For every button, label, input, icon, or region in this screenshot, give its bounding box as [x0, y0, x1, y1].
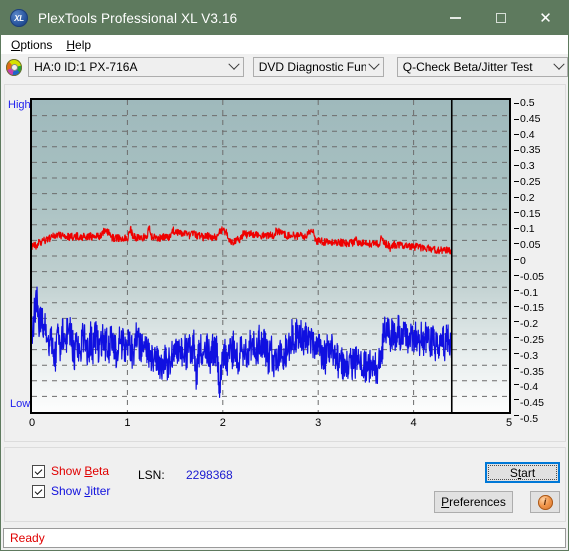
maximize-icon	[495, 13, 506, 23]
selector-toolbar: HA:0 ID:1 PX-716A DVD Diagnostic Functio…	[1, 54, 569, 80]
y-axis-tick-mark	[514, 337, 519, 338]
chevron-down-icon	[366, 58, 383, 76]
preferences-button-label: Preferences	[441, 495, 506, 509]
y-axis-tick-mark	[514, 305, 519, 307]
y-axis-tick-mark	[514, 290, 519, 292]
maximize-button[interactable]	[478, 1, 523, 35]
x-axis-tick: 3	[315, 417, 322, 429]
y-axis-tick: -0.2	[520, 318, 539, 331]
minimize-button[interactable]	[433, 1, 478, 35]
x-axis-tick: 4	[410, 417, 417, 429]
menu-item-options[interactable]: Options	[7, 37, 62, 53]
y-axis-tick-mark	[514, 259, 519, 260]
y-axis-tick: 0.2	[520, 191, 535, 204]
xl-logo-icon: XL	[10, 9, 28, 27]
drive-select-value: HA:0 ID:1 PX-716A	[34, 60, 138, 74]
y-axis-tick-mark	[514, 196, 519, 198]
window-title: PlexTools Professional XL V3.16	[38, 10, 238, 26]
y-axis-tick-mark	[514, 383, 519, 385]
x-axis-tick: 5	[505, 417, 513, 429]
chevron-down-icon	[226, 58, 243, 76]
show-beta-checkbox[interactable]: Show Beta	[32, 464, 109, 478]
y-axis-tick-mark	[514, 321, 519, 323]
controls-panel: Show Beta Show Jitter LSN: 2298368 St art…	[4, 447, 566, 522]
drive-select[interactable]: HA:0 ID:1 PX-716A	[28, 57, 244, 77]
y-axis-tick-mark	[514, 103, 519, 104]
y-axis-tick-mark	[514, 399, 519, 401]
y-axis-tick: -0.25	[520, 334, 544, 346]
y-axis-tick: 0.1	[520, 223, 535, 236]
y-axis-tick: -0.1	[520, 286, 539, 299]
close-button[interactable]: ✕	[523, 1, 568, 35]
y-axis-tick: 0.25	[520, 176, 541, 188]
x-axis-tick: 2	[219, 417, 226, 429]
menu-item-help[interactable]: Help	[62, 37, 101, 53]
disc-icon	[6, 58, 23, 76]
start-button-label: St art	[488, 465, 557, 480]
y-axis-tick: -0.35	[520, 365, 544, 378]
y-axis-tick: -0.15	[520, 302, 544, 315]
y-axis-tick-mark	[514, 243, 519, 245]
preferences-button[interactable]: Preferences	[434, 491, 513, 513]
y-axis-tick: 0.4	[520, 128, 535, 141]
graph-panel: High Low 0.5 0.45 0.4 0.35 0.3 0.25 0.2 0.15 0.1…	[4, 84, 566, 442]
axis-label-low: Low	[10, 398, 31, 410]
x-axis-tick: 1	[124, 417, 131, 429]
x-axis-labels: 0 1 2 3 4 5	[28, 417, 515, 433]
y-axis-tick: 0.05	[520, 239, 541, 252]
lsn-value: 2298368	[186, 468, 233, 482]
y-axis-tick: 0.3	[520, 160, 535, 173]
test-select-value: Q-Check Beta/Jitter Test	[402, 60, 533, 74]
y-axis-tick: 0.45	[520, 112, 541, 125]
show-jitter-label: Show Jitter	[51, 484, 111, 498]
minimize-icon	[450, 17, 461, 19]
y-axis-tick: -0.3	[520, 349, 539, 362]
status-text: Ready	[10, 531, 45, 545]
y-axis-tick-mark	[514, 118, 519, 120]
y-axis-tick-mark	[514, 181, 519, 182]
y-axis-tick: -0.5	[520, 413, 539, 425]
test-select[interactable]: Q-Check Beta/Jitter Test	[396, 57, 569, 77]
status-bar: Ready	[3, 528, 566, 548]
menu-bar: Options Help	[1, 35, 568, 54]
y-axis-tick-mark	[514, 134, 519, 136]
y-axis-tick-mark	[514, 149, 519, 151]
y-axis-tick-mark	[514, 165, 519, 167]
function-select[interactable]: DVD Diagnostic Functions	[252, 57, 384, 77]
y-axis-tick-mark	[514, 227, 519, 229]
info-icon: i	[537, 494, 553, 510]
title-bar: XL PlexTools Professional XL V3.16 ✕	[1, 1, 568, 35]
y-axis-tick: -0.45	[520, 397, 544, 410]
y-axis-tick: -0.05	[520, 270, 544, 283]
show-beta-label: Show Beta	[51, 464, 110, 478]
chart-svg	[32, 100, 509, 412]
checkbox-icon	[32, 484, 45, 498]
y-axis-tick: -0.4	[520, 381, 539, 394]
y-axis-tick: 0	[520, 255, 526, 267]
chart-plot-area[interactable]	[30, 98, 511, 414]
show-jitter-checkbox[interactable]: Show Jitter	[32, 484, 110, 498]
lsn-label: LSN:	[138, 468, 165, 482]
y-axis-tick: 0.5	[520, 97, 535, 109]
y-axis-tick: 0.35	[520, 144, 541, 157]
y-axis-tick-mark	[514, 368, 519, 370]
plot-wrapper	[30, 98, 511, 414]
y-axis-tick-mark	[514, 274, 519, 276]
chevron-down-icon	[550, 58, 567, 76]
info-button[interactable]: i	[530, 491, 560, 513]
y-axis-tick: 0.15	[520, 207, 541, 220]
y-axis-tick-mark	[514, 415, 519, 416]
y-axis-tick-mark	[514, 352, 519, 354]
x-axis-tick: 0	[28, 417, 36, 429]
function-select-value: DVD Diagnostic Functions	[258, 60, 366, 74]
start-button[interactable]: St art	[485, 462, 560, 483]
y-axis-labels: 0.5 0.45 0.4 0.35 0.3 0.25 0.2 0.15 0.1 0.05 0 -0.0…	[514, 93, 562, 425]
axis-label-high: High	[8, 99, 31, 111]
application-window: XL PlexTools Professional XL V3.16 ✕ Opt…	[0, 0, 569, 551]
y-axis-tick-mark	[514, 212, 519, 214]
checkbox-icon	[32, 464, 45, 478]
